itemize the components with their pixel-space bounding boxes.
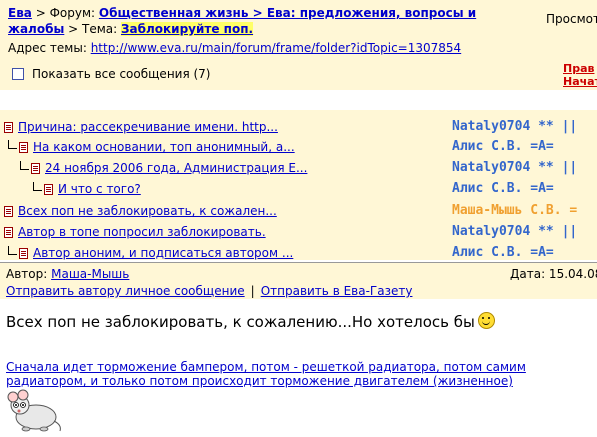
tree-row-author: Алис С.В. =А= xyxy=(452,245,554,260)
message-page-icon xyxy=(44,183,53,195)
show-all-checkbox[interactable] xyxy=(12,68,24,80)
tree-row-author: Nataly0704 ** || xyxy=(452,224,578,239)
message-page-icon xyxy=(4,226,13,238)
breadcrumb-topic: Заблокируйте поп. xyxy=(120,22,254,36)
message-panel: Автор: Маша-Мышь Дата: 15.04.08 Отправит… xyxy=(0,262,597,437)
breadcrumb-topic-link[interactable]: Заблокируйте поп. xyxy=(121,22,253,36)
tree-branch-line xyxy=(8,139,17,149)
address-url-link[interactable]: http://www.eva.ru/main/forum/frame/folde… xyxy=(91,41,461,55)
signature-link[interactable]: Сначала идет торможение бампером, потом … xyxy=(6,360,597,388)
rules-link-line1[interactable]: Прав xyxy=(563,62,597,75)
message-author: Автор: Маша-Мышь xyxy=(6,267,129,281)
topic-header: Ева > Форум: Общественная жизнь > Ева: п… xyxy=(0,0,597,90)
send-to-gazette-link[interactable]: Отправить в Ева-Газету xyxy=(261,284,413,298)
show-all-label: Показать все сообщения (7) xyxy=(32,67,211,81)
tree-row[interactable]: Всех поп не заблокировать, к сожален... … xyxy=(0,201,597,221)
tree-row[interactable]: 24 ноября 2006 года, Администрация Е... … xyxy=(0,158,597,178)
message-actions: Отправить автору личное сообщение | Отправ… xyxy=(6,284,412,298)
thread-tree: Причина: рассекречивание имени. http... … xyxy=(0,110,597,260)
message-body-text: Всех поп не заблокировать, к сожалению..… xyxy=(6,313,475,331)
rules-link[interactable]: Прав Начат xyxy=(563,62,597,88)
view-link[interactable]: Просмотр xyxy=(546,12,597,26)
author-name-link[interactable]: Маша-Мышь xyxy=(51,267,129,281)
tree-row-title[interactable]: На каком основании, топ анонимный, а... xyxy=(33,140,295,154)
tree-row-author: Алис С.В. =А= xyxy=(452,139,554,154)
tree-branch-line xyxy=(20,160,29,170)
rules-link-line2[interactable]: Начат xyxy=(563,75,597,88)
message-page-icon xyxy=(19,247,28,259)
tree-row-author: Nataly0704 ** || xyxy=(452,119,578,134)
tree-row-title[interactable]: Причина: рассекречивание имени. http... xyxy=(18,120,278,134)
tree-row-author: Алис С.В. =А= xyxy=(452,181,554,196)
tree-row-title[interactable]: Всех поп не заблокировать, к сожален... xyxy=(18,204,277,218)
smiley-icon xyxy=(477,312,495,329)
message-header: Автор: Маша-Мышь Дата: 15.04.08 Отправит… xyxy=(0,263,597,299)
tree-row-title[interactable]: И что с того? xyxy=(58,182,141,196)
tree-row[interactable]: Автор аноним, и подписаться автором ... … xyxy=(0,243,597,263)
tree-row-title[interactable]: Автор аноним, и подписаться автором ... xyxy=(33,246,293,260)
tree-row-title[interactable]: Автор в топе попросил заблокировать. xyxy=(18,225,266,239)
address-label: Адрес темы: xyxy=(8,41,87,55)
mouse-icon xyxy=(7,389,61,432)
send-private-message-link[interactable]: Отправить автору личное сообщение xyxy=(6,284,245,298)
message-body: Всех поп не заблокировать, к сожалению..… xyxy=(6,312,495,331)
message-date: Дата: 15.04.08 xyxy=(510,267,597,281)
action-separator: | xyxy=(250,284,255,298)
message-page-icon xyxy=(4,205,13,217)
message-page-icon xyxy=(4,121,13,133)
tree-branch-line xyxy=(8,245,17,255)
message-page-icon xyxy=(31,162,40,174)
breadcrumb-separator: > Форум: xyxy=(31,6,99,20)
topic-address: Адрес темы: http://www.eva.ru/main/forum… xyxy=(8,41,461,55)
tree-row[interactable]: И что с того? Алис С.В. =А= xyxy=(0,179,597,199)
breadcrumb-root-link[interactable]: Ева xyxy=(8,6,32,20)
breadcrumb: Ева > Форум: Общественная жизнь > Ева: п… xyxy=(8,5,478,37)
tree-row-author: Маша-Мышь С.В. = xyxy=(452,203,578,218)
tree-row[interactable]: Причина: рассекречивание имени. http... … xyxy=(0,117,597,137)
tree-row-author: Nataly0704 ** || xyxy=(452,160,578,175)
show-all-toggle[interactable]: Показать все сообщения (7) xyxy=(12,67,211,81)
tree-row[interactable]: Автор в топе попросил заблокировать. Nat… xyxy=(0,222,597,242)
tree-row-title[interactable]: 24 ноября 2006 года, Администрация Е... xyxy=(45,161,307,175)
author-label: Автор: xyxy=(6,267,48,281)
tree-row[interactable]: На каком основании, топ анонимный, а... … xyxy=(0,137,597,157)
tree-branch-line xyxy=(33,181,42,191)
message-page-icon xyxy=(19,141,28,153)
breadcrumb-separator: > Тема: xyxy=(64,22,121,36)
